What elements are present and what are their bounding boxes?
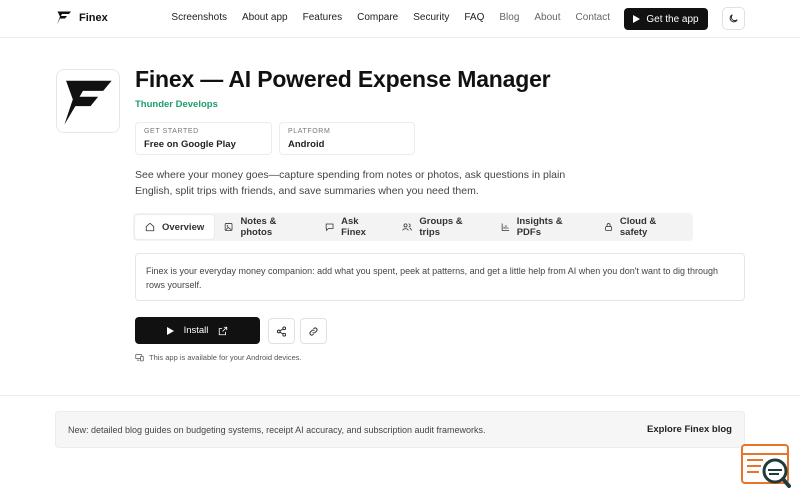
get-the-app-button[interactable]: Get the app xyxy=(624,8,708,30)
moon-icon xyxy=(729,14,738,23)
tab-label: Cloud & safety xyxy=(619,216,657,238)
lock-icon xyxy=(604,223,612,231)
developer-link[interactable]: Thunder Develops xyxy=(135,99,218,110)
tab-label: Notes & photos xyxy=(240,216,277,238)
devices-icon xyxy=(135,354,144,362)
tab-ask-finex[interactable]: Ask Finex xyxy=(315,215,392,239)
theme-toggle-button[interactable] xyxy=(722,7,745,30)
tab-label: Overview xyxy=(162,221,205,233)
overview-panel: Finex is your everyday money companion: … xyxy=(135,253,745,301)
tab-insights-pdfs[interactable]: Insights & PDFs xyxy=(491,215,594,239)
image-icon xyxy=(225,223,233,231)
availability-text: This app is available for your Android d… xyxy=(149,353,302,362)
share-icon xyxy=(276,325,287,337)
get-the-app-label: Get the app xyxy=(646,13,699,25)
brand-name: Finex xyxy=(79,12,108,24)
install-button[interactable]: Install xyxy=(135,317,260,344)
app-logo xyxy=(56,69,120,133)
chat-icon xyxy=(325,223,334,232)
tab-cloud-safety[interactable]: Cloud & safety xyxy=(594,215,691,239)
users-icon xyxy=(402,223,413,231)
nav-features[interactable]: Features xyxy=(303,12,342,23)
tab-label: Groups & trips xyxy=(419,216,463,238)
nav-contact[interactable]: Contact xyxy=(576,12,610,23)
get-started-label: GET STARTED xyxy=(144,128,199,135)
get-started-value: Free on Google Play xyxy=(144,139,236,150)
external-link-icon xyxy=(219,326,228,335)
banner-text: New: detailed blog guides on budgeting s… xyxy=(68,424,486,435)
nav-compare[interactable]: Compare xyxy=(357,12,398,23)
page-title: Finex — AI Powered Expense Manager xyxy=(135,66,551,92)
home-icon xyxy=(145,222,155,232)
install-label: Install xyxy=(183,325,209,336)
browser-search-icon xyxy=(741,444,791,488)
tab-groups-trips[interactable]: Groups & trips xyxy=(392,215,490,239)
tab-overview[interactable]: Overview xyxy=(135,215,215,239)
availability-note: This app is available for your Android d… xyxy=(135,353,302,362)
play-icon xyxy=(166,326,174,335)
explore-blog-link[interactable]: Explore Finex blog xyxy=(647,424,732,435)
platform-value: Android xyxy=(288,139,325,150)
tab-label: Insights & PDFs xyxy=(516,216,563,238)
blog-banner: New: detailed blog guides on budgeting s… xyxy=(55,411,745,448)
nav-blog[interactable]: Blog xyxy=(499,12,519,23)
floating-search-widget[interactable] xyxy=(741,444,791,488)
share-button[interactable] xyxy=(268,318,295,344)
finex-logo-icon xyxy=(64,80,112,125)
nav-menu: Screenshots About app Features Compare S… xyxy=(171,12,610,23)
nav-about-app[interactable]: About app xyxy=(242,12,288,23)
feature-tabs: Overview Notes & photos Ask Finex Groups… xyxy=(133,213,693,241)
top-nav: Finex Screenshots About app Features Com… xyxy=(0,0,800,38)
play-icon xyxy=(633,15,641,23)
section-divider xyxy=(0,395,800,396)
finex-logo-icon xyxy=(57,11,71,25)
app-description: See where your money goes—capture spendi… xyxy=(135,169,566,197)
tab-notes-photos[interactable]: Notes & photos xyxy=(214,215,315,239)
copy-link-button[interactable] xyxy=(300,318,327,344)
nav-faq[interactable]: FAQ xyxy=(464,12,484,23)
chart-icon xyxy=(501,223,509,231)
platform-label: PLATFORM xyxy=(288,128,331,135)
nav-screenshots[interactable]: Screenshots xyxy=(171,12,227,23)
tab-label: Ask Finex xyxy=(341,216,366,238)
nav-about[interactable]: About xyxy=(534,12,560,23)
platform-card: PLATFORM Android xyxy=(279,122,415,155)
link-icon xyxy=(309,326,318,336)
get-started-card: GET STARTED Free on Google Play xyxy=(135,122,272,155)
nav-security[interactable]: Security xyxy=(413,12,449,23)
brand[interactable]: Finex xyxy=(56,10,108,26)
